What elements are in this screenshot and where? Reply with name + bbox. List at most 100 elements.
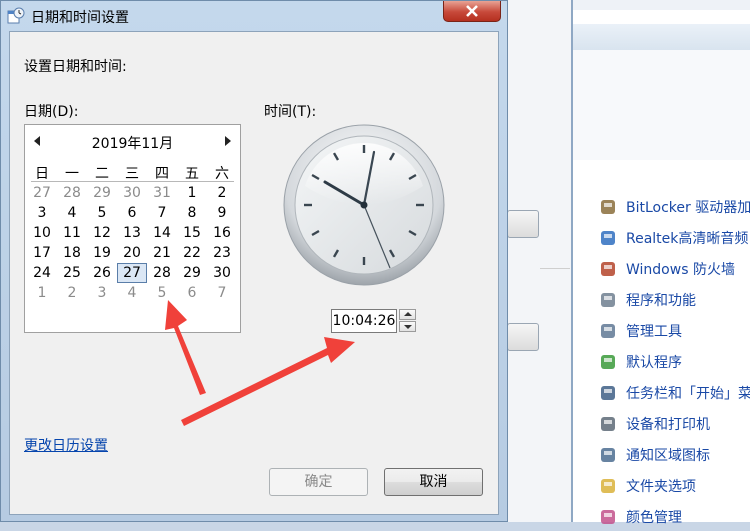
control-panel-item[interactable]: BitLocker 驱动器加 xyxy=(598,194,750,220)
control-panel-item[interactable]: 任务栏和「开始」菜 xyxy=(598,380,750,406)
analog-clock xyxy=(283,124,445,286)
calendar-day[interactable]: 17 xyxy=(27,243,57,263)
calendar-day[interactable]: 10 xyxy=(27,223,57,243)
calendar-day[interactable]: 14 xyxy=(147,223,177,243)
control-panel-item-label: 任务栏和「开始」菜 xyxy=(626,386,750,402)
calendar-day-other-month[interactable]: 28 xyxy=(57,183,87,203)
control-panel-item[interactable]: 通知区域图标 xyxy=(598,442,710,468)
calendar-day[interactable]: 5 xyxy=(87,203,117,223)
weekday-header: 三 xyxy=(125,166,139,182)
calendar-day[interactable]: 3 xyxy=(27,203,57,223)
calendar-day-other-month[interactable]: 5 xyxy=(147,283,177,303)
weekday-header: 四 xyxy=(155,166,169,182)
control-panel-item-label: Realtek高清晰音频 xyxy=(626,231,749,247)
calendar-day[interactable]: 28 xyxy=(147,263,177,283)
firewall-icon xyxy=(598,259,620,279)
background-button[interactable] xyxy=(507,210,539,238)
calendar-day-other-month[interactable]: 27 xyxy=(27,183,57,203)
control-panel-item-label: 通知区域图标 xyxy=(626,448,710,464)
calendar-day-other-month[interactable]: 3 xyxy=(87,283,117,303)
control-panel-item[interactable]: 默认程序 xyxy=(598,349,682,375)
calendar-day[interactable]: 20 xyxy=(117,243,147,263)
time-input[interactable]: 10:04:26 xyxy=(331,309,397,333)
calendar-day-other-month[interactable]: 2 xyxy=(57,283,87,303)
cancel-button[interactable]: 取消 xyxy=(384,468,483,496)
background-divider xyxy=(540,268,570,269)
next-month-icon[interactable] xyxy=(225,136,231,146)
calendar-day[interactable]: 22 xyxy=(177,243,207,263)
calendar-day[interactable]: 29 xyxy=(177,263,207,283)
calendar-day-other-month[interactable]: 30 xyxy=(117,183,147,203)
dialog-title: 日期和时间设置 xyxy=(31,10,129,26)
date-time-dialog: 日期和时间设置 设置日期和时间: 日期(D): 时间(T): 2019年11月 … xyxy=(0,0,508,522)
folder-icon xyxy=(598,476,620,496)
calendar-day-other-month[interactable]: 1 xyxy=(27,283,57,303)
calendar-day-other-month[interactable]: 6 xyxy=(177,283,207,303)
time-label: 时间(T): xyxy=(264,104,317,120)
close-icon xyxy=(466,5,478,17)
control-panel-item[interactable]: 文件夹选项 xyxy=(598,473,696,499)
calendar-day[interactable]: 23 xyxy=(207,243,237,263)
heading-label: 设置日期和时间: xyxy=(24,59,127,75)
control-panel-list: BitLocker 驱动器加 Realtek高清晰音频 Windows 防火墙程序和… xyxy=(573,0,750,526)
control-panel-item-label: 设备和打印机 xyxy=(626,417,710,433)
change-calendar-settings-link[interactable]: 更改日历设置 xyxy=(24,435,108,455)
control-panel-item[interactable]: Realtek高清晰音频 xyxy=(598,225,748,251)
control-panel-item-label: BitLocker 驱动器加 xyxy=(626,200,750,216)
calendar-day[interactable]: 18 xyxy=(57,243,87,263)
calendar-header: 2019年11月 xyxy=(25,133,240,153)
calendar-day-other-month[interactable]: 7 xyxy=(207,283,237,303)
weekday-divider xyxy=(31,181,234,182)
calendar-day[interactable]: 30 xyxy=(207,263,237,283)
calendar-day-other-month[interactable]: 4 xyxy=(117,283,147,303)
calendar-day[interactable]: 25 xyxy=(57,263,87,283)
calendar-day[interactable]: 7 xyxy=(147,203,177,223)
control-panel-item[interactable]: 程序和功能 xyxy=(598,287,696,313)
chevron-up-icon xyxy=(404,312,412,316)
calendar-day[interactable]: 11 xyxy=(57,223,87,243)
time-spin-down[interactable] xyxy=(399,321,416,332)
audio-icon xyxy=(598,228,620,248)
calendar-day[interactable]: 16 xyxy=(207,223,237,243)
title-bar[interactable]: 日期和时间设置 xyxy=(1,1,507,31)
control-panel-item-label: 程序和功能 xyxy=(626,293,696,309)
calendar-day[interactable]: 15 xyxy=(177,223,207,243)
calendar-day-other-month[interactable]: 31 xyxy=(147,183,177,203)
close-button[interactable] xyxy=(443,1,501,22)
time-spin-up[interactable] xyxy=(399,309,416,320)
color-icon xyxy=(598,507,620,527)
notification-icon xyxy=(598,445,620,465)
control-panel-item[interactable]: 颜色管理 xyxy=(598,504,682,530)
calendar-day[interactable]: 13 xyxy=(117,223,147,243)
calendar-day[interactable]: 26 xyxy=(87,263,117,283)
calendar-day-other-month[interactable]: 29 xyxy=(87,183,117,203)
printer-icon xyxy=(598,414,620,434)
control-panel-item[interactable]: Windows 防火墙 xyxy=(598,256,735,282)
calendar-day[interactable]: 24 xyxy=(27,263,57,283)
control-panel-item[interactable]: 管理工具 xyxy=(598,318,682,344)
calendar-day[interactable]: 6 xyxy=(117,203,147,223)
weekday-header: 日 xyxy=(35,166,49,182)
ok-button[interactable]: 确定 xyxy=(269,468,368,496)
dialog-client-area: 设置日期和时间: 日期(D): 时间(T): 2019年11月 日一二三四五六 … xyxy=(9,31,499,515)
calendar-day[interactable]: 4 xyxy=(57,203,87,223)
weekday-header: 五 xyxy=(185,166,199,182)
admin-tools-icon xyxy=(598,321,620,341)
background-button[interactable] xyxy=(507,323,539,351)
control-panel-item[interactable]: 设备和打印机 xyxy=(598,411,710,437)
calendar-day[interactable]: 27 xyxy=(117,263,147,283)
calendar-day[interactable]: 1 xyxy=(177,183,207,203)
weekday-header: 六 xyxy=(215,166,229,182)
calendar-day[interactable]: 9 xyxy=(207,203,237,223)
control-panel-item-label: 文件夹选项 xyxy=(626,479,696,495)
calendar-month-title[interactable]: 2019年11月 xyxy=(25,133,240,153)
calendar-day[interactable]: 12 xyxy=(87,223,117,243)
background-window-strip xyxy=(505,0,574,522)
taskbar-icon xyxy=(598,383,620,403)
calendar-day[interactable]: 21 xyxy=(147,243,177,263)
calendar-day[interactable]: 8 xyxy=(177,203,207,223)
calendar-day[interactable]: 19 xyxy=(87,243,117,263)
chevron-down-icon xyxy=(404,325,412,329)
calendar-day[interactable]: 2 xyxy=(207,183,237,203)
date-label: 日期(D): xyxy=(24,104,79,120)
